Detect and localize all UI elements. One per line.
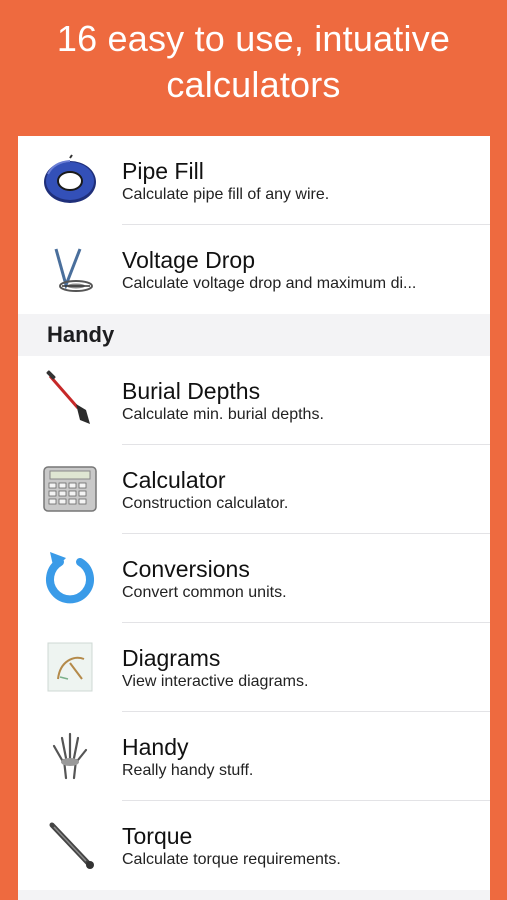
list-item-title: Calculator xyxy=(122,467,226,493)
list-item-subtitle: Calculate min. burial depths. xyxy=(122,406,324,423)
shovel-icon xyxy=(38,368,102,432)
list-item-title: Pipe Fill xyxy=(122,158,204,184)
wire-spool-icon xyxy=(38,148,102,212)
list-item-subtitle: Convert common units. xyxy=(122,584,287,601)
promo-headline-line1: 16 easy to use, intuative xyxy=(56,18,451,59)
list-item-diagrams[interactable]: Diagrams View interactive diagrams. xyxy=(18,623,490,712)
list-item-burial-depths[interactable]: Burial Depths Calculate min. burial dept… xyxy=(18,356,490,445)
list-item-pipe-fill[interactable]: Pipe Fill Calculate pipe fill of any wir… xyxy=(18,136,490,225)
list-item-torque[interactable]: Torque Calculate torque requirements. xyxy=(18,801,490,890)
calculator-list: Pipe Fill Calculate pipe fill of any wir… xyxy=(18,136,490,900)
list-item-title: Burial Depths xyxy=(122,378,261,404)
list-item-title: Voltage Drop xyxy=(122,247,255,273)
torque-wrench-icon xyxy=(38,813,102,877)
list-item-conversions[interactable]: Conversions Convert common units. xyxy=(18,534,490,623)
list-item-title: Diagrams xyxy=(122,645,221,671)
list-item-handy[interactable]: Handy Really handy stuff. xyxy=(18,712,490,801)
list-item-title: Torque xyxy=(122,823,193,849)
calculator-icon xyxy=(38,457,102,521)
section-header-handy: Handy xyxy=(18,314,490,356)
section-footer xyxy=(18,890,490,900)
list-item-subtitle: Really handy stuff. xyxy=(122,762,254,779)
refresh-arrow-icon xyxy=(38,546,102,610)
promo-headline-line2: calculators xyxy=(166,64,341,105)
voltage-drop-icon xyxy=(38,237,102,301)
diagram-icon xyxy=(38,635,102,699)
list-item-subtitle: View interactive diagrams. xyxy=(122,673,309,690)
list-item-subtitle: Calculate pipe fill of any wire. xyxy=(122,186,330,203)
list-item-subtitle: Calculate voltage drop and maximum di... xyxy=(122,275,417,292)
list-item-subtitle: Construction calculator. xyxy=(122,495,289,512)
list-item-subtitle: Calculate torque requirements. xyxy=(122,851,341,868)
list-item-title: Handy xyxy=(122,734,189,760)
hand-xray-icon xyxy=(38,724,102,788)
list-item-title: Conversions xyxy=(122,556,250,582)
list-item-calculator[interactable]: Calculator Construction calculator. xyxy=(18,445,490,534)
promo-headline: 16 easy to use, intuative calculators xyxy=(0,16,507,108)
list-item-voltage-drop[interactable]: Voltage Drop Calculate voltage drop and … xyxy=(18,225,490,314)
